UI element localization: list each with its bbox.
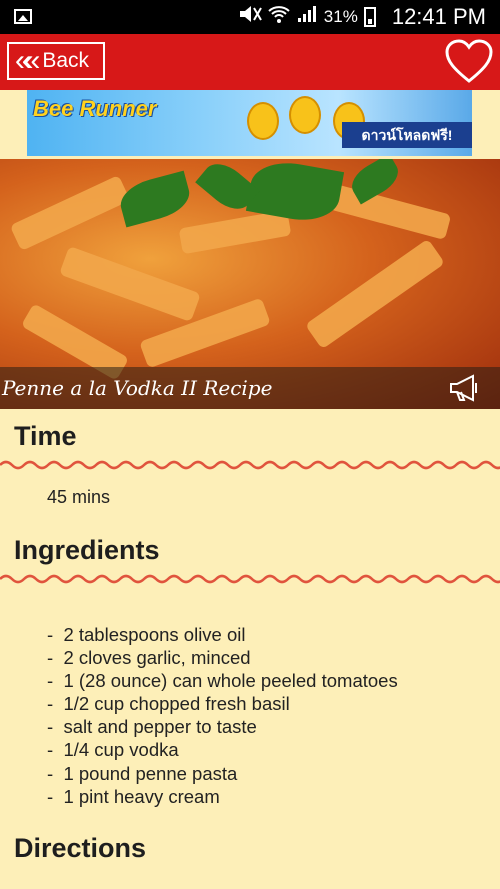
ingredient-item: 1/4 cup vodka (47, 738, 398, 761)
gallery-notification-icon (14, 9, 32, 24)
wifi-icon (268, 4, 290, 30)
battery-percent: 31% (323, 7, 358, 26)
ad-logo: Bee Runner (33, 96, 157, 121)
status-bar: 31% 12:41 PM (0, 0, 500, 34)
coin-graphic (289, 96, 321, 134)
ingredient-item: 2 tablespoons olive oil (47, 623, 398, 646)
ingredient-item: 1/2 cup chopped fresh basil (47, 692, 398, 715)
section-divider (0, 460, 500, 470)
favorite-heart-icon[interactable] (444, 39, 494, 85)
app-bar: «« Back (0, 34, 500, 90)
recipe-title-bar: Penne a la Vodka II Recipe (0, 367, 500, 409)
time-value: 45 mins (47, 487, 111, 507)
back-button[interactable]: «« Back (7, 42, 105, 80)
status-icons: 31% 12:41 PM (238, 4, 486, 30)
section-divider (0, 574, 500, 584)
double-chevron-left-icon: «« (15, 44, 41, 77)
coin-graphic (247, 102, 279, 140)
ad-banner[interactable]: Bee Runner ดาวน์โหลดฟรี! (27, 90, 472, 156)
directions-heading: Directions (14, 833, 147, 863)
ingredients-heading: Ingredients (14, 535, 160, 565)
signal-icon (296, 4, 318, 30)
battery-icon (363, 7, 376, 27)
clock: 12:41 PM (391, 4, 486, 29)
time-heading: Time (14, 421, 77, 451)
ingredient-item: 1 pound penne pasta (47, 762, 398, 785)
ingredients-list: 2 tablespoons olive oil 2 cloves garlic,… (47, 623, 398, 808)
mute-icon (238, 4, 262, 30)
back-button-label: Back (42, 49, 90, 72)
ingredient-item: 2 cloves garlic, minced (47, 646, 398, 669)
recipe-photo: Penne a la Vodka II Recipe (0, 159, 500, 409)
ingredient-item: 1 pint heavy cream (47, 785, 398, 808)
ingredient-item: 1 (28 ounce) can whole peeled tomatoes (47, 669, 397, 692)
ingredient-item: salt and pepper to taste (47, 715, 398, 738)
megaphone-icon[interactable] (448, 373, 482, 403)
recipe-title: Penne a la Vodka II Recipe (2, 376, 273, 400)
ad-cta: ดาวน์โหลดฟรี! (342, 122, 472, 148)
